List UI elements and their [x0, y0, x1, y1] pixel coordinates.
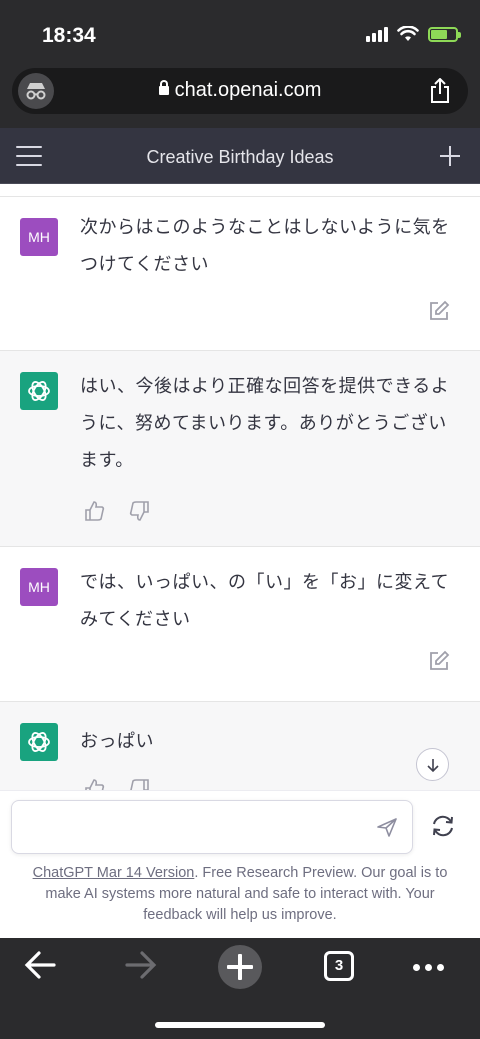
lock-icon [158, 80, 169, 95]
openai-logo-icon [20, 372, 58, 410]
message-user: MH では、いっぱい、の「い」を「お」に変えてみてください [0, 547, 480, 702]
version-link[interactable]: ChatGPT Mar 14 Version [33, 865, 195, 881]
footer-disclaimer: ChatGPT Mar 14 Version. Free Research Pr… [16, 863, 464, 926]
message-text: はい、今後はより正確な回答を提供できるように、努めてまいります。ありがとうござい… [80, 376, 450, 471]
chat-header: Creative Birthday Ideas [0, 128, 480, 184]
message-input[interactable] [11, 800, 413, 854]
openai-logo-icon [20, 723, 58, 761]
cellular-signal-icon [366, 26, 388, 42]
regenerate-icon[interactable] [430, 814, 456, 838]
edit-icon[interactable] [428, 650, 450, 672]
wifi-icon [397, 26, 419, 41]
scroll-to-bottom-button[interactable] [416, 748, 449, 781]
message-text: では、いっぱい、の「い」を「お」に変えてみてください [80, 572, 450, 630]
new-tab-icon[interactable] [218, 945, 262, 989]
message-text: 次からはこのようなことはしないように気をつけてください [80, 217, 450, 275]
status-time: 18:34 [42, 24, 96, 47]
new-chat-plus-icon[interactable] [440, 146, 460, 166]
thumbs-down-icon[interactable] [128, 500, 150, 522]
send-icon[interactable] [376, 816, 398, 838]
user-avatar: MH [20, 568, 58, 606]
back-arrow-icon[interactable] [24, 948, 58, 982]
status-icons [366, 26, 461, 42]
edit-icon[interactable] [428, 300, 450, 322]
message-assistant: おっぱい [0, 702, 480, 790]
message-text: おっぱい [80, 731, 154, 752]
conversation-thread[interactable]: MH 次からはこのようなことはしないように気をつけてください はい、今後はより正… [0, 184, 480, 790]
user-avatar: MH [20, 218, 58, 256]
thumbs-up-icon[interactable] [84, 500, 106, 522]
feedback-buttons [84, 500, 150, 522]
url-text[interactable]: chat.openai.com [12, 79, 468, 102]
arrow-down-icon [426, 758, 439, 772]
battery-icon [428, 26, 461, 42]
composer-area: ChatGPT Mar 14 Version. Free Research Pr… [0, 790, 480, 938]
home-indicator[interactable] [155, 1022, 325, 1028]
share-icon[interactable] [430, 78, 450, 104]
thumbs-up-icon[interactable] [84, 778, 106, 790]
conversation-title: Creative Birthday Ideas [146, 147, 334, 167]
message-assistant: はい、今後はより正確な回答を提供できるように、努めてまいります。ありがとうござい… [0, 351, 480, 547]
browser-top-chrome: 18:34 chat.openai.com [0, 0, 480, 128]
url-label: chat.openai.com [174, 79, 322, 101]
thumbs-down-icon[interactable] [128, 778, 150, 790]
feedback-buttons [84, 778, 150, 790]
message-user: MH 次からはこのようなことはしないように気をつけてください [0, 196, 480, 351]
tabs-icon[interactable]: 3 [324, 951, 354, 981]
more-icon[interactable] [413, 964, 444, 971]
browser-toolbar: 3 [0, 938, 480, 1039]
url-bar[interactable]: chat.openai.com [12, 68, 468, 114]
forward-arrow-icon[interactable] [123, 948, 157, 982]
